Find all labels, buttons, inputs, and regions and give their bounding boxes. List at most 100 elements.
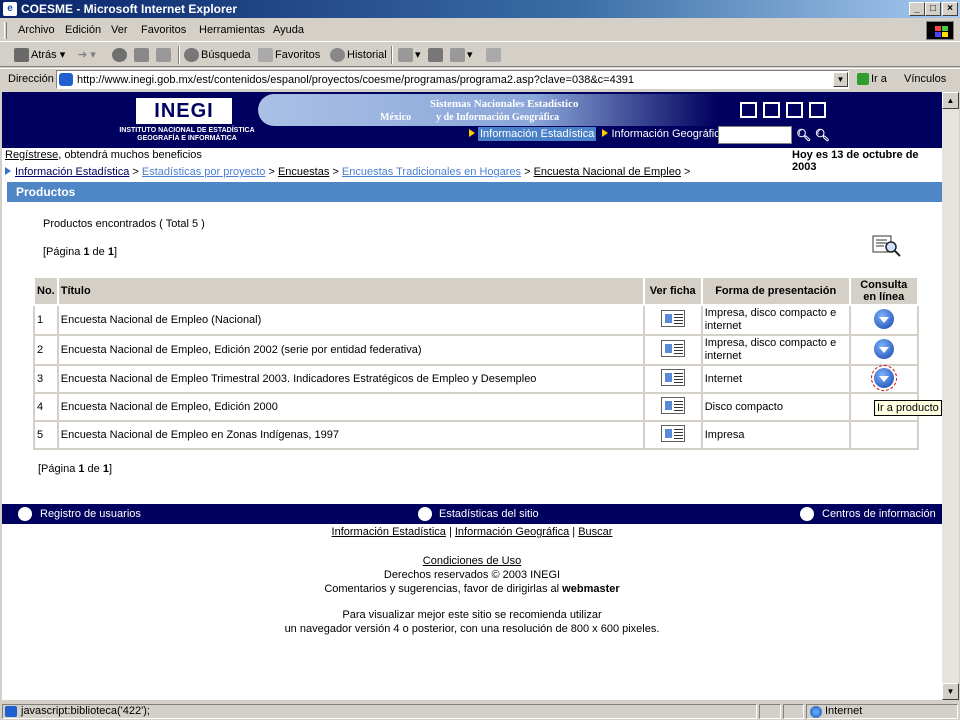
inegi-logo[interactable]: INEGI (136, 98, 232, 124)
table-row: 3 Encuesta Nacional de Empleo Trimestral… (33, 364, 919, 394)
home-icon[interactable] (740, 102, 757, 118)
address-input[interactable]: http://www.inegi.gob.mx/est/contenidos/e… (56, 70, 849, 89)
menu-favoritos[interactable]: Favoritos (141, 24, 186, 36)
windows-logo-icon (926, 21, 954, 40)
footer-link-geografica[interactable]: Información Geográfica (455, 526, 569, 538)
footer-bar: Registro de usuarios Estadísticas del si… (2, 504, 942, 524)
stop-icon (112, 48, 127, 62)
globe-icon (810, 706, 822, 718)
footer-link-buscar[interactable]: Buscar (578, 526, 612, 538)
nav-info-geografica[interactable]: Información Geográfica (611, 128, 725, 140)
check-icon[interactable] (786, 102, 803, 118)
scroll-down-button[interactable]: ▼ (942, 683, 959, 700)
go-to-product-icon[interactable] (873, 308, 894, 329)
row-no: 4 (33, 392, 59, 422)
home-button[interactable] (156, 48, 173, 62)
copyright: Derechos reservados © 2003 INEGI (383, 569, 561, 581)
table-row: 2 Encuesta Nacional de Empleo, Edición 2… (33, 334, 919, 366)
print-button[interactable] (428, 48, 445, 62)
minimize-button[interactable]: _ (909, 2, 925, 16)
ficha-icon[interactable] (660, 425, 685, 442)
consulta-cell (848, 364, 919, 394)
table-row: 1 Encuesta Nacional de Empleo (Nacional)… (33, 304, 919, 336)
ficha-icon[interactable] (660, 340, 685, 357)
address-dropdown[interactable]: ▼ (833, 72, 848, 87)
menu-edicion[interactable]: Edición (65, 24, 101, 36)
nav-info-estadistica[interactable]: Información Estadística (478, 127, 597, 141)
favorites-button[interactable]: Favoritos (258, 48, 320, 62)
row-forma: Impresa, disco compacto e internet (700, 304, 851, 336)
footer-registro[interactable]: Registro de usuarios (40, 508, 141, 520)
section-title-bar: Productos (7, 182, 942, 202)
menu-ver[interactable]: Ver (111, 24, 128, 36)
ficha-cell (642, 420, 703, 450)
links-button[interactable]: Vínculos (904, 73, 946, 85)
discuss-icon (486, 48, 501, 62)
search-icons[interactable]: 🔍︎ 🔍︎ (796, 128, 830, 142)
status-cell (783, 704, 804, 719)
row-forma: Internet (700, 364, 851, 394)
webmaster-link[interactable]: webmaster (562, 583, 619, 595)
pencil-icon (18, 507, 32, 521)
breadcrumb-item[interactable]: Estadísticas por proyecto (142, 166, 266, 178)
footer-estadisticas[interactable]: Estadísticas del sitio (439, 508, 539, 520)
status-cell (759, 704, 781, 719)
mail-icon (398, 48, 413, 63)
register-link[interactable]: Regístrese (5, 149, 58, 161)
refresh-icon (134, 48, 149, 62)
toolbar-separator (178, 46, 180, 64)
banner-line2: México y de Información Geográfica (380, 112, 560, 123)
footer-link-estadistica[interactable]: Información Estadística (332, 526, 446, 538)
ficha-cell (642, 304, 703, 336)
footer-centros[interactable]: Centros de información (822, 508, 936, 520)
go-button[interactable]: Ir a (857, 73, 887, 86)
forward-button[interactable]: ➔ ▾ (78, 48, 96, 61)
col-title: Título (56, 276, 645, 306)
close-button[interactable]: × (942, 2, 958, 16)
breadcrumb-item[interactable]: Información Estadística (15, 166, 129, 178)
maximize-button[interactable]: □ (925, 2, 941, 16)
breadcrumb-item[interactable]: Encuestas (278, 166, 329, 178)
arrow-icon (469, 129, 475, 137)
ficha-cell (642, 364, 703, 394)
document-search-icon[interactable] (872, 234, 902, 258)
ficha-icon[interactable] (660, 397, 685, 414)
refresh-button[interactable] (134, 48, 151, 62)
toolbar: Atrás ▾ ➔ ▾ Búsqueda Favoritos Historial… (0, 43, 960, 67)
conditions-link[interactable]: Condiciones de Uso (423, 555, 521, 567)
consulta-cell (848, 304, 919, 336)
breadcrumb-item[interactable]: Encuesta Nacional de Empleo (534, 166, 681, 178)
sitemap-icon[interactable] (809, 102, 826, 118)
menu-archivo[interactable]: Archivo (18, 24, 55, 36)
go-to-product-icon[interactable] (870, 364, 897, 391)
header-search-input[interactable] (718, 126, 792, 144)
logo-subtitle: INSTITUTO NACIONAL DE ESTADÍSTICA GEOGRA… (119, 127, 255, 142)
footer-info: Condiciones de Uso Derechos reservados ©… (2, 554, 942, 636)
search-button[interactable]: Búsqueda (184, 48, 251, 62)
search-icon (184, 48, 199, 62)
address-label: Dirección (8, 73, 54, 85)
discuss-button[interactable] (486, 48, 503, 62)
vertical-scrollbar[interactable]: ▲ ▼ (942, 92, 959, 700)
history-button[interactable]: Historial (330, 48, 387, 62)
ficha-icon[interactable] (660, 369, 685, 386)
header-banner: Sistemas Nacionales Estadístico México y… (258, 94, 718, 126)
menu-ayuda[interactable]: Ayuda (273, 24, 304, 36)
scroll-up-button[interactable]: ▲ (942, 92, 959, 109)
mail-icon[interactable] (763, 102, 780, 118)
ficha-icon[interactable] (660, 310, 685, 327)
col-ficha: Ver ficha (642, 276, 703, 306)
go-to-product-icon[interactable] (873, 338, 894, 359)
register-line: Regístrese, obtendrá muchos beneficios (5, 149, 202, 161)
breadcrumb-item[interactable]: Encuestas Tradicionales en Hogares (342, 166, 521, 178)
address-url: http://www.inegi.gob.mx/est/contenidos/e… (77, 74, 635, 86)
row-forma: Disco compacto (700, 392, 851, 422)
mail-button[interactable]: ▾ (398, 48, 421, 63)
table-header-row: No. Título Ver ficha Forma de presentaci… (33, 276, 919, 306)
back-button[interactable]: Atrás ▾ (14, 48, 65, 63)
stop-button[interactable] (112, 48, 129, 62)
tooltip: Ir a producto (874, 400, 942, 416)
arrow-icon (5, 167, 11, 175)
menu-herramientas[interactable]: Herramientas (199, 24, 265, 36)
edit-button[interactable]: ▾ (450, 48, 473, 63)
